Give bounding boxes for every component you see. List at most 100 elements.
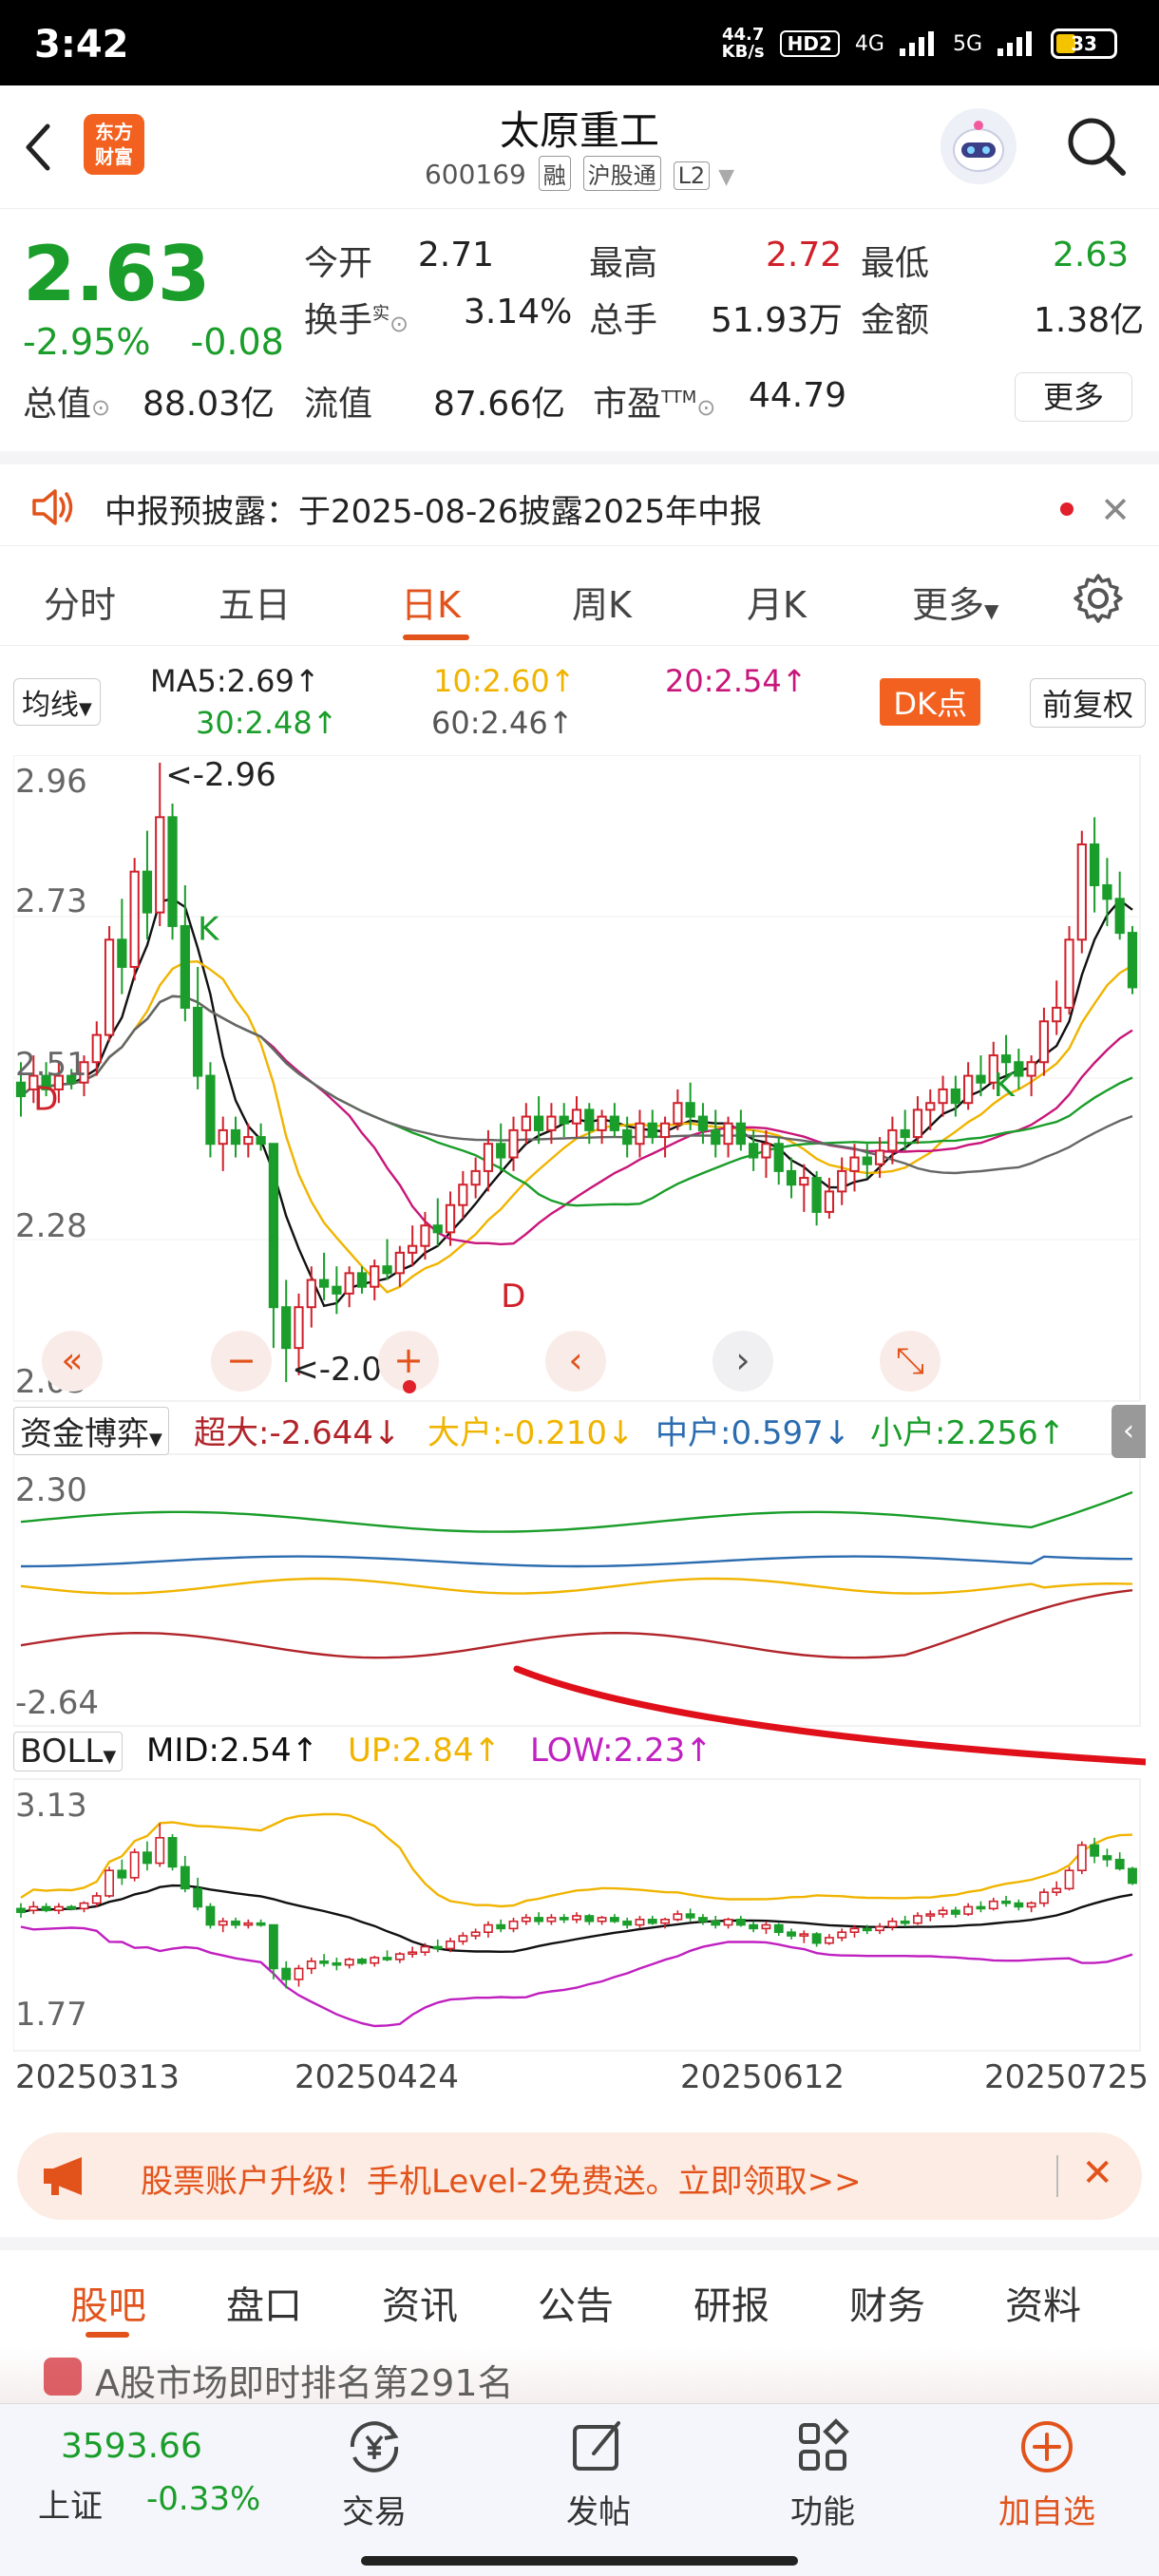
total-cap-label[interactable]: 总值⊙ — [23, 376, 110, 426]
tab-order-book[interactable]: 盘口 — [226, 2275, 302, 2330]
candle-body — [230, 1128, 241, 1146]
candle-body — [786, 1169, 797, 1186]
candle-body — [950, 1088, 960, 1105]
indicator-select[interactable]: BOLL▼ — [13, 1732, 124, 1771]
fullscreen-icon[interactable]: ⤡ — [880, 1331, 940, 1392]
notice-bar[interactable]: 中报预披露：于2025-08-26披露2025年中报 ✕ — [0, 451, 1159, 546]
ma30-value: 30:2.48↑ — [196, 705, 338, 741]
gear-icon[interactable] — [1072, 572, 1125, 625]
candle-body — [281, 1306, 292, 1350]
boll-candle-body — [925, 1913, 936, 1917]
series-label: 超大:-2.644↓ — [194, 1414, 401, 1452]
float-cap-label: 流值 — [304, 385, 373, 424]
change-percent: -2.95% — [23, 321, 151, 363]
tab-intraday[interactable]: 分时 — [44, 576, 116, 628]
divider — [1056, 2155, 1058, 2197]
candle-body — [382, 1265, 392, 1275]
robot-assistant-icon[interactable] — [940, 108, 1016, 184]
index-change[interactable]: -0.33% — [146, 2480, 260, 2518]
nav-add-watchlist[interactable]: 加自选 — [971, 2414, 1123, 2537]
candle-body — [356, 1272, 368, 1288]
period-tabs: 分时 五日 日K 周K 月K 更多▼ — [0, 551, 1159, 646]
candle-body — [470, 1169, 481, 1186]
tab-monthly-k[interactable]: 月K — [747, 576, 807, 628]
y-tick-label: 1.77 — [15, 1996, 87, 2034]
candle-body — [91, 1033, 102, 1064]
boll-candle-body — [243, 1922, 254, 1926]
candle-body — [546, 1115, 557, 1131]
tab-finance[interactable]: 财务 — [849, 2275, 925, 2330]
boll-candle-body — [698, 1917, 708, 1923]
tab-announcements[interactable]: 公告 — [538, 2275, 614, 2330]
promo-banner[interactable]: 股票账户升级！手机Level-2免费送。立即领取>> ✕ — [17, 2132, 1142, 2220]
nav-trade[interactable]: 交易 — [298, 2414, 450, 2537]
boll-candle-body — [685, 1913, 695, 1919]
boll-candle-body — [408, 1951, 418, 1956]
tab-five-day[interactable]: 五日 — [218, 576, 291, 628]
boll-candle-body — [370, 1957, 380, 1964]
boll-candle-body — [1128, 1867, 1137, 1885]
candle-body — [15, 1081, 27, 1098]
index-name[interactable]: 上证 — [38, 2480, 103, 2527]
candle-body — [394, 1251, 405, 1275]
boll-candle-body — [773, 1923, 784, 1934]
search-icon[interactable] — [1062, 112, 1130, 180]
boll-candle-body — [256, 1922, 266, 1926]
tab-profile[interactable]: 资料 — [1005, 2275, 1081, 2330]
tab-news[interactable]: 资讯 — [382, 2275, 458, 2330]
tab-forum[interactable]: 股吧 — [70, 2275, 146, 2330]
crosshair-minus-icon[interactable]: − — [211, 1331, 272, 1392]
tab-weekly-k[interactable]: 周K — [572, 576, 632, 628]
dk-point-button[interactable]: DK点 — [880, 678, 980, 726]
boll-candle-body — [104, 1869, 114, 1897]
candle-body — [723, 1122, 733, 1146]
ma-select[interactable]: 均线▼ — [13, 678, 101, 726]
zoom-out-fast-icon[interactable]: « — [42, 1331, 103, 1392]
ranking-strip[interactable]: A股市场即时排名第291名 — [0, 2346, 1159, 2404]
fund-flow-line — [20, 1577, 1133, 1595]
adjust-mode-button[interactable]: 前复权 — [1029, 678, 1146, 728]
candle-body — [1114, 898, 1125, 935]
margin-tag: 融 — [538, 156, 571, 191]
boll-candle-body — [622, 1920, 633, 1926]
nav-post[interactable]: 发帖 — [522, 2414, 674, 2537]
close-icon[interactable]: ✕ — [1100, 489, 1130, 531]
tab-research[interactable]: 研报 — [694, 2275, 770, 2330]
dropdown-triangle-icon: ▼ — [984, 599, 999, 622]
index-value[interactable]: 3593.66 — [61, 2427, 202, 2466]
nav-functions[interactable]: 功能 — [747, 2414, 899, 2537]
boll-candle-body — [787, 1931, 796, 1937]
turnover-label[interactable]: 换手实⊙ — [304, 293, 408, 342]
ma20-value: 20:2.54↑ — [665, 663, 808, 699]
close-icon[interactable]: ✕ — [1081, 2151, 1113, 2195]
candle-body — [142, 870, 153, 914]
tab-daily-k[interactable]: 日K — [401, 576, 461, 628]
candle-body — [635, 1122, 645, 1146]
scroll-left-icon[interactable]: ‹ — [545, 1331, 606, 1392]
tab-more[interactable]: 更多▼ — [912, 576, 998, 628]
boll-candle-body — [41, 1905, 51, 1912]
pe-label[interactable]: 市盈TTM⊙ — [593, 376, 715, 426]
boll-candle-body — [875, 1925, 885, 1932]
candle-body — [735, 1122, 746, 1146]
more-button[interactable]: 更多 — [1015, 372, 1132, 422]
current-price: 2.63 — [23, 230, 211, 318]
status-icons: 44.7 KB/s HD2 4G 5G 33 — [722, 27, 1117, 61]
boll-candle-body — [723, 1919, 733, 1926]
boll-candle-body — [432, 1945, 443, 1950]
signal-label: D — [33, 1080, 58, 1118]
collapse-panel-button[interactable]: ‹ — [1112, 1405, 1146, 1458]
series-label: 大户:-0.210↓ — [428, 1414, 635, 1452]
fund-flow-line — [20, 1589, 1133, 1659]
candle-body — [622, 1128, 633, 1146]
candle-body — [167, 816, 178, 927]
boll-candle-body — [849, 1927, 860, 1934]
scroll-right-icon[interactable]: › — [712, 1331, 773, 1392]
candle-body — [887, 1128, 898, 1152]
indicator-select[interactable]: 资金博弈▼ — [13, 1407, 169, 1455]
boll-candle-body — [66, 1905, 77, 1910]
signal-icon-2 — [998, 31, 1036, 56]
boll-line — [20, 1812, 1133, 1908]
kline-chart[interactable]: <-2.96<-2.05KDDKD 2.96 2.73 2.51 2.28 2.… — [13, 755, 1149, 2118]
series-label: 小户:2.256↑ — [870, 1414, 1066, 1452]
